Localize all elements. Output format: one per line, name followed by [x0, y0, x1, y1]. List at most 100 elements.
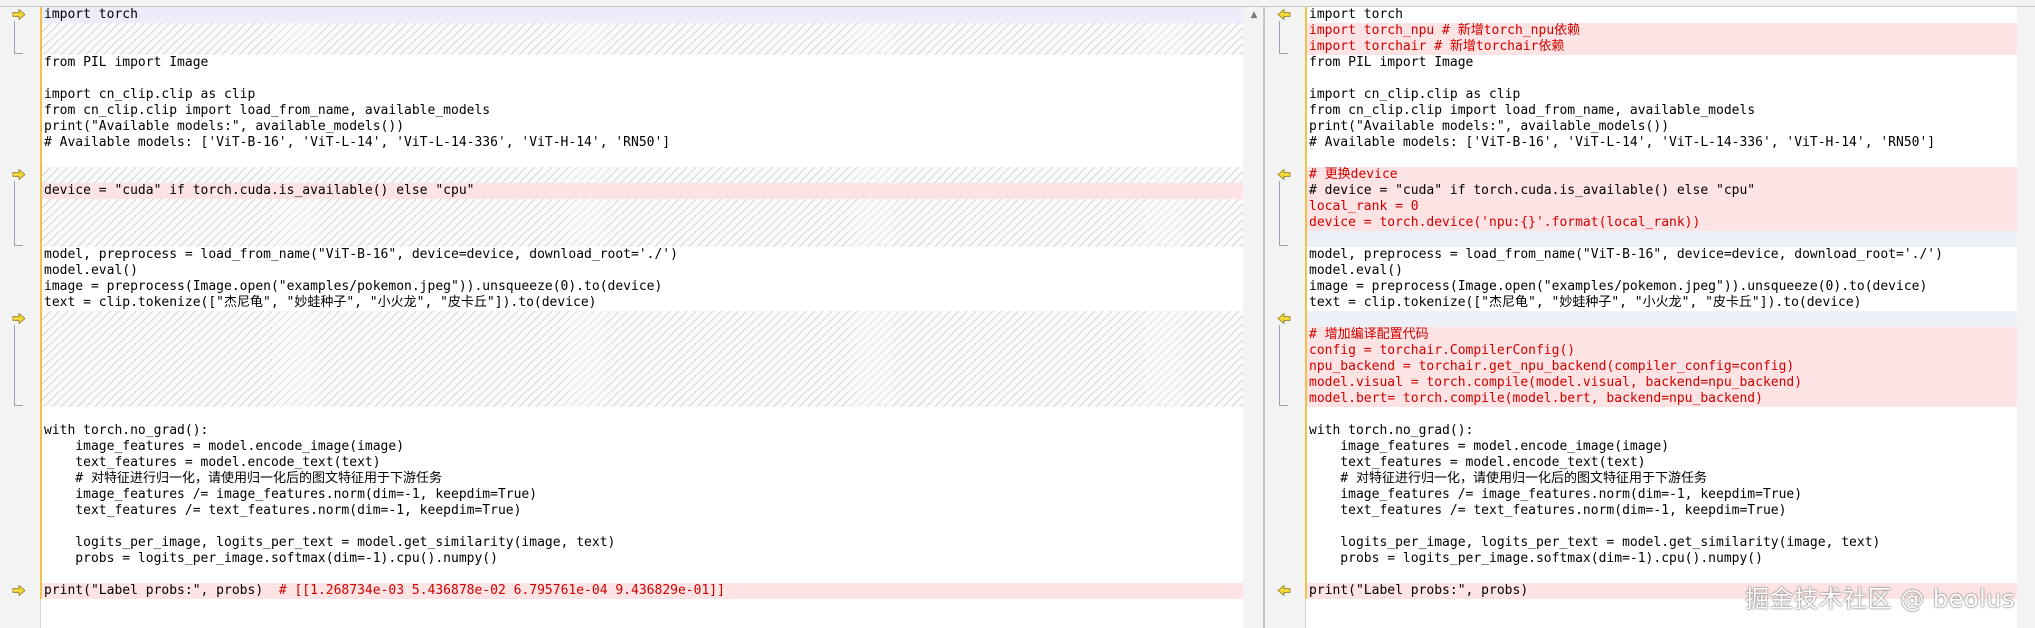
code-line[interactable]: model.eval() — [40, 263, 1243, 279]
code-text: import torchair # 新增torchair依赖 — [1309, 39, 1565, 54]
code-text: # 对特征进行归一化，请使用归一化后的图文特征用于下游任务 — [44, 471, 442, 486]
code-line[interactable]: text = clip.tokenize(["杰尼龟", "妙蛙种子", "小火… — [1305, 295, 2017, 311]
code-line[interactable] — [40, 151, 1243, 167]
scroll-up-icon[interactable]: ▲ — [1249, 11, 1259, 20]
code-line[interactable]: logits_per_image, logits_per_text = mode… — [1305, 535, 2017, 551]
arrow-right-icon[interactable] — [12, 169, 26, 180]
left-gutter — [0, 7, 41, 628]
code-line[interactable]: from PIL import Image — [1305, 55, 2017, 71]
code-line[interactable] — [1305, 407, 2017, 423]
left-code-area[interactable]: import torch from PIL import Image import … — [40, 7, 1243, 599]
code-line[interactable]: print("Available models:", available_mod… — [1305, 119, 2017, 135]
code-line[interactable] — [40, 567, 1243, 583]
code-line[interactable]: from cn_clip.clip import load_from_name,… — [40, 103, 1243, 119]
code-line[interactable] — [40, 231, 1243, 247]
code-line[interactable]: image = preprocess(Image.open("examples/… — [1305, 279, 2017, 295]
code-text: # Available models: ['ViT-B-16', 'ViT-L-… — [1309, 135, 1936, 150]
code-line[interactable]: config = torchair.CompilerConfig() — [1305, 343, 2017, 359]
code-line[interactable]: # Available models: ['ViT-B-16', 'ViT-L-… — [1305, 135, 2017, 151]
code-line[interactable]: model.bert= torch.compile(model.bert, ba… — [1305, 391, 2017, 407]
code-line[interactable]: text = clip.tokenize(["杰尼龟", "妙蛙种子", "小火… — [40, 295, 1243, 311]
code-line[interactable]: local_rank = 0 — [1305, 199, 2017, 215]
code-line[interactable] — [1305, 519, 2017, 535]
code-line[interactable] — [40, 327, 1243, 343]
right-code-area[interactable]: import torch import torch_npu # 新增torch_n… — [1305, 7, 2017, 599]
arrow-left-icon[interactable] — [1277, 313, 1291, 324]
code-line[interactable] — [40, 39, 1243, 55]
code-line[interactable]: model, preprocess = load_from_name("ViT-… — [1305, 247, 2017, 263]
code-line[interactable]: with torch.no_grad(): — [1305, 423, 2017, 439]
code-line[interactable]: text_features = model.encode_text(text) — [40, 455, 1243, 471]
code-line[interactable]: # 对特征进行归一化，请使用归一化后的图文特征用于下游任务 — [1305, 471, 2017, 487]
code-line[interactable]: import cn_clip.clip as clip — [40, 87, 1243, 103]
code-line[interactable]: text_features /= text_features.norm(dim=… — [40, 503, 1243, 519]
right-scroll-margin[interactable] — [2017, 7, 2035, 628]
code-line[interactable]: image_features = model.encode_image(imag… — [1305, 439, 2017, 455]
code-line[interactable]: # device = "cuda" if torch.cuda.is_avail… — [1305, 183, 2017, 199]
code-text: probs = logits_per_image.softmax(dim=-1)… — [44, 551, 498, 566]
code-line[interactable] — [40, 167, 1243, 183]
code-line[interactable] — [40, 199, 1243, 215]
code-line[interactable] — [1305, 151, 2017, 167]
arrow-right-icon[interactable] — [12, 9, 26, 20]
code-line[interactable]: # 对特征进行归一化，请使用归一化后的图文特征用于下游任务 — [40, 471, 1243, 487]
code-line[interactable]: text_features = model.encode_text(text) — [1305, 455, 2017, 471]
arrow-left-icon[interactable] — [1277, 9, 1291, 20]
code-line[interactable]: image_features = model.encode_image(imag… — [40, 439, 1243, 455]
code-line[interactable]: device = torch.device('npu:{}'.format(lo… — [1305, 215, 2017, 231]
code-line[interactable]: import torchair # 新增torchair依赖 — [1305, 39, 2017, 55]
code-line[interactable]: import cn_clip.clip as clip — [1305, 87, 2017, 103]
code-line[interactable]: logits_per_image, logits_per_text = mode… — [40, 535, 1243, 551]
code-line[interactable] — [40, 391, 1243, 407]
code-line[interactable] — [40, 407, 1243, 423]
code-line[interactable] — [40, 311, 1243, 327]
code-line[interactable] — [40, 359, 1243, 375]
arrow-right-icon[interactable] — [12, 585, 26, 596]
code-text: model.bert= torch.compile(model.bert, ba… — [1309, 391, 1763, 406]
arrow-left-icon[interactable] — [1277, 169, 1291, 180]
code-line[interactable]: probs = logits_per_image.softmax(dim=-1)… — [40, 551, 1243, 567]
code-text: from cn_clip.clip import load_from_name,… — [44, 103, 491, 118]
code-line[interactable] — [40, 375, 1243, 391]
code-line[interactable]: model.eval() — [1305, 263, 2017, 279]
code-line[interactable] — [1305, 231, 2017, 247]
right-diff-pane[interactable]: import torch import torch_npu # 新增torch_n… — [1264, 6, 2035, 628]
code-text: npu_backend = torchair.get_npu_backend(c… — [1309, 359, 1795, 374]
code-line[interactable]: image_features /= image_features.norm(di… — [1305, 487, 2017, 503]
code-line[interactable]: image = preprocess(Image.open("examples/… — [40, 279, 1243, 295]
code-line[interactable]: # 更换device — [1305, 167, 2017, 183]
code-line[interactable]: image_features /= image_features.norm(di… — [40, 487, 1243, 503]
code-line[interactable]: # 增加编译配置代码 — [1305, 327, 2017, 343]
code-line[interactable]: with torch.no_grad(): — [40, 423, 1243, 439]
left-diff-pane[interactable]: import torch from PIL import Image import … — [0, 6, 1264, 628]
code-line[interactable]: import torch_npu # 新增torch_npu依赖 — [1305, 23, 2017, 39]
code-line[interactable]: model.visual = torch.compile(model.visua… — [1305, 375, 2017, 391]
code-text: text_features /= text_features.norm(dim=… — [44, 503, 522, 518]
code-line[interactable]: import torch — [40, 7, 1243, 23]
code-text: # 更换device — [1309, 167, 1398, 182]
arrow-right-icon[interactable] — [12, 313, 26, 324]
code-line[interactable]: npu_backend = torchair.get_npu_backend(c… — [1305, 359, 2017, 375]
code-line[interactable] — [40, 71, 1243, 87]
left-scroll-margin[interactable]: ▲ — [1243, 7, 1263, 628]
code-line[interactable] — [40, 23, 1243, 39]
code-line[interactable] — [1305, 71, 2017, 87]
diff-block-bracket — [14, 325, 23, 406]
code-line[interactable]: print("Label probs:", probs) # [[1.26873… — [40, 583, 1243, 599]
code-text: model, preprocess = load_from_name("ViT-… — [1309, 247, 1943, 262]
code-line[interactable]: model, preprocess = load_from_name("ViT-… — [40, 247, 1243, 263]
code-line[interactable] — [40, 215, 1243, 231]
code-line[interactable]: text_features /= text_features.norm(dim=… — [1305, 503, 2017, 519]
code-line[interactable] — [40, 343, 1243, 359]
code-line[interactable]: from PIL import Image — [40, 55, 1243, 71]
code-line[interactable]: import torch — [1305, 7, 2017, 23]
code-line[interactable] — [1305, 311, 2017, 327]
code-line[interactable]: from cn_clip.clip import load_from_name,… — [1305, 103, 2017, 119]
code-line[interactable]: device = "cuda" if torch.cuda.is_availab… — [40, 183, 1243, 199]
code-line[interactable]: # Available models: ['ViT-B-16', 'ViT-L-… — [40, 135, 1243, 151]
code-line[interactable]: probs = logits_per_image.softmax(dim=-1)… — [1305, 551, 2017, 567]
code-line[interactable]: print("Available models:", available_mod… — [40, 119, 1243, 135]
arrow-left-icon[interactable] — [1277, 585, 1291, 596]
code-line[interactable] — [40, 519, 1243, 535]
code-text: text = clip.tokenize(["杰尼龟", "妙蛙种子", "小火… — [44, 295, 597, 310]
